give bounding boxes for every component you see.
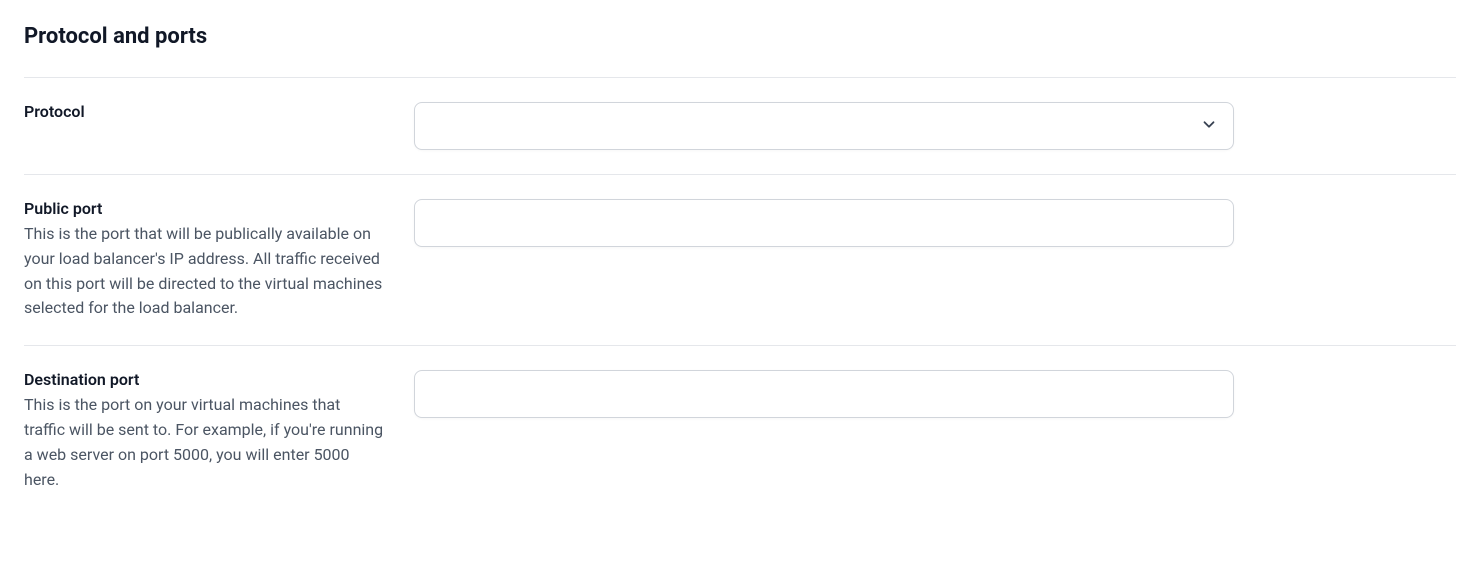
section-title: Protocol and ports xyxy=(24,24,1456,49)
protocol-label-col: Protocol xyxy=(24,102,414,150)
destination-port-input[interactable] xyxy=(414,370,1234,418)
public-port-label-col: Public port This is the port that will b… xyxy=(24,199,414,321)
public-port-input-col xyxy=(414,199,1234,321)
protocol-select-wrap xyxy=(414,102,1234,150)
destination-port-description: This is the port on your virtual machine… xyxy=(24,393,384,492)
destination-port-row: Destination port This is the port on you… xyxy=(24,345,1456,516)
public-port-label: Public port xyxy=(24,199,390,218)
protocol-select[interactable] xyxy=(414,102,1234,150)
public-port-input[interactable] xyxy=(414,199,1234,247)
destination-port-label-col: Destination port This is the port on you… xyxy=(24,370,414,492)
destination-port-label: Destination port xyxy=(24,370,390,389)
protocol-input-col xyxy=(414,102,1234,150)
public-port-row: Public port This is the port that will b… xyxy=(24,174,1456,345)
public-port-description: This is the port that will be publically… xyxy=(24,222,384,321)
destination-port-input-col xyxy=(414,370,1234,492)
protocol-label: Protocol xyxy=(24,102,390,121)
protocol-row: Protocol xyxy=(24,77,1456,174)
